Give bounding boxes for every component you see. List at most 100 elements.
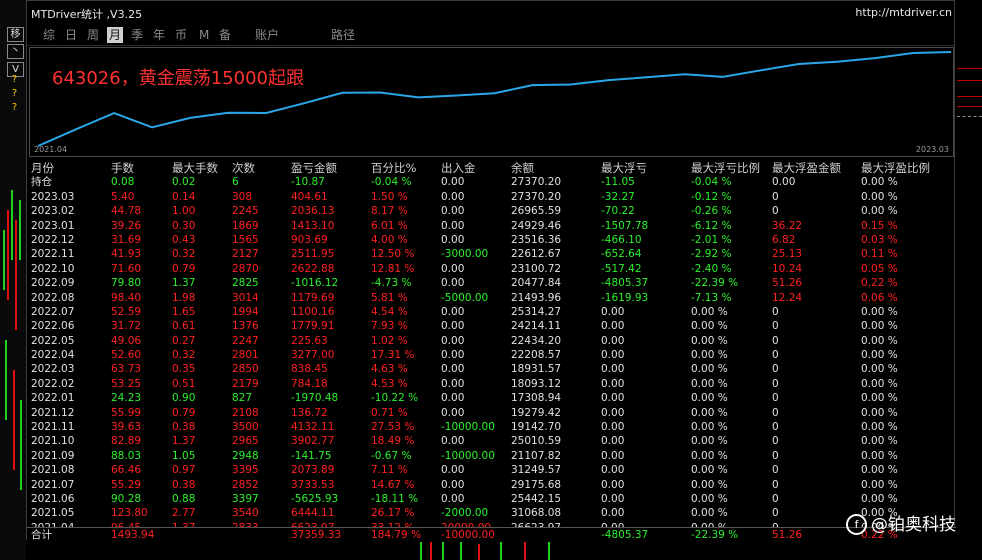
table-cell: 1.02 % bbox=[371, 334, 408, 347]
table-cell: 2948 bbox=[232, 449, 259, 462]
table-cell: 0 bbox=[772, 305, 779, 318]
table-cell: 2022.12 bbox=[31, 233, 75, 246]
tab-4[interactable]: 季 bbox=[129, 27, 145, 43]
table-row: 2022.04 52.60 0.32 2801 3277.00 17.31 % 0.00 22… bbox=[27, 348, 956, 362]
table-cell: 5.81 % bbox=[371, 291, 408, 304]
table-row: 2022.03 63.73 0.35 2850 838.45 4.63 % 0.00 1893… bbox=[27, 362, 956, 376]
table-cell: 1.65 bbox=[172, 305, 196, 318]
chart-end-label: 2023.03 bbox=[915, 145, 949, 154]
table-row: 2022.02 53.25 0.51 2179 784.18 4.53 % 0.00 1809… bbox=[27, 377, 956, 391]
table-cell: 123.80 bbox=[111, 507, 148, 520]
table-cell: 0.00 % bbox=[691, 507, 728, 520]
table-cell: -2000.00 bbox=[441, 507, 489, 520]
table-cell: 0.00 bbox=[441, 320, 465, 333]
tab-8[interactable]: 备 bbox=[217, 27, 233, 43]
table-cell: 1100.16 bbox=[291, 305, 335, 318]
total-cell: -4805.37 bbox=[601, 529, 649, 541]
table-cell: 5.40 bbox=[111, 190, 135, 203]
table-cell: 39.26 bbox=[111, 219, 142, 232]
table-cell: 0.38 bbox=[172, 478, 196, 491]
chart-start-label: 2021.04 bbox=[34, 145, 68, 154]
table-cell: 52.60 bbox=[111, 349, 142, 362]
table-cell: 1.98 bbox=[172, 291, 196, 304]
table-cell: 2022.08 bbox=[31, 291, 75, 304]
website-link[interactable]: http://mtdriver.cn bbox=[855, 6, 952, 19]
table-row: 2021.06 90.28 0.88 3397 -5625.93 -18.11 % 0.00… bbox=[27, 492, 956, 506]
tab-5[interactable]: 年 bbox=[151, 27, 167, 43]
table-cell: 27370.20 bbox=[511, 190, 562, 203]
tab-3[interactable]: 月 bbox=[107, 27, 124, 43]
table-cell: 0 bbox=[772, 449, 779, 462]
table-cell: -0.67 % bbox=[371, 449, 412, 462]
table-cell: -1016.12 bbox=[291, 277, 339, 290]
equity-chart: 643026，黄金震荡15000起跟 2021.04 2023.03 bbox=[29, 47, 954, 157]
table-cell: -7.13 % bbox=[691, 291, 732, 304]
table-cell: 2022.01 bbox=[31, 392, 75, 405]
table-cell: 26965.59 bbox=[511, 205, 562, 218]
right-price-strip bbox=[955, 0, 982, 560]
table-cell: 4.53 % bbox=[371, 377, 408, 390]
table-row: 持仓 0.08 0.02 6 -10.87 -0.04 % 0.00 27370.20 -11.… bbox=[27, 175, 956, 189]
tab-6[interactable]: 币 bbox=[173, 27, 189, 43]
table-cell: 0.00 % bbox=[691, 449, 728, 462]
table-cell: 2108 bbox=[232, 406, 259, 419]
table-cell: 225.63 bbox=[291, 334, 328, 347]
table-cell: -1970.48 bbox=[291, 392, 339, 405]
help-tool-button-2[interactable]: ? bbox=[7, 87, 22, 100]
title-bar: MTDriver统计 ,V3.25 http://mtdriver.cn bbox=[27, 1, 954, 23]
table-cell: 51.26 bbox=[772, 277, 803, 290]
table-cell: 784.18 bbox=[291, 377, 328, 390]
column-header: 最大浮亏比例 bbox=[691, 161, 760, 175]
left-toolbar: 移 丶 V ? ? ? bbox=[0, 0, 26, 560]
table-cell: 0.00 % bbox=[861, 205, 898, 218]
table-cell: -0.04 % bbox=[371, 176, 412, 189]
table-cell: 0.00 bbox=[441, 478, 465, 491]
table-cell: 0.00 % bbox=[861, 377, 898, 390]
table-cell: 0.90 bbox=[172, 392, 196, 405]
table-cell: 2247 bbox=[232, 334, 259, 347]
table-cell: 24214.11 bbox=[511, 320, 562, 333]
table-cell: 2622.88 bbox=[291, 262, 335, 275]
tab-0[interactable]: 综 bbox=[41, 27, 57, 43]
table-cell: 0.00 % bbox=[861, 492, 898, 505]
table-cell: 2023.01 bbox=[31, 219, 75, 232]
tab-11[interactable]: 路径 bbox=[329, 27, 357, 43]
help-tool-button-3[interactable]: ? bbox=[7, 101, 22, 114]
table-cell: 2022.05 bbox=[31, 334, 75, 347]
move-tool-button[interactable]: 移 bbox=[7, 27, 24, 42]
table-cell: 4.63 % bbox=[371, 363, 408, 376]
price-line bbox=[957, 68, 982, 69]
table-cell: 0.00 % bbox=[861, 190, 898, 203]
weibo-icon: f bbox=[846, 514, 867, 535]
tab-1[interactable]: 日 bbox=[63, 27, 79, 43]
watermark: f @铂奥科技 bbox=[846, 510, 956, 535]
table-cell: 22434.20 bbox=[511, 334, 562, 347]
table-row: 2023.02 44.78 1.00 2245 2036.13 8.17 % 0.00 269… bbox=[27, 204, 956, 218]
table-cell: 20477.84 bbox=[511, 277, 562, 290]
table-cell: 6444.11 bbox=[291, 507, 335, 520]
table-cell: 903.69 bbox=[291, 233, 328, 246]
table-cell: 1179.69 bbox=[291, 291, 335, 304]
table-cell: 1.50 % bbox=[371, 190, 408, 203]
table-cell: 7.93 % bbox=[371, 320, 408, 333]
table-cell: 2.77 bbox=[172, 507, 196, 520]
table-cell: 25442.15 bbox=[511, 492, 562, 505]
pen-tool-button[interactable]: 丶 bbox=[7, 44, 24, 59]
table-cell: 7.11 % bbox=[371, 464, 408, 477]
table-cell: -2.40 % bbox=[691, 262, 732, 275]
table-cell: -652.64 bbox=[601, 248, 642, 261]
table-cell: 3902.77 bbox=[291, 435, 335, 448]
table-cell: 0.00 bbox=[441, 363, 465, 376]
table-cell: -141.75 bbox=[291, 449, 332, 462]
watermark-text: @铂奥科技 bbox=[871, 515, 956, 535]
tab-9[interactable]: 账户 bbox=[253, 27, 281, 43]
table-cell: 2022.10 bbox=[31, 262, 75, 275]
table-cell: 2022.07 bbox=[31, 305, 75, 318]
table-cell: -2.01 % bbox=[691, 233, 732, 246]
table-cell: 98.40 bbox=[111, 291, 142, 304]
table-cell: 0.00 bbox=[601, 421, 625, 434]
help-tool-button-1[interactable]: ? bbox=[7, 73, 22, 86]
tab-2[interactable]: 周 bbox=[85, 27, 101, 43]
tab-7[interactable]: M bbox=[197, 27, 211, 43]
table-cell: 14.67 % bbox=[371, 478, 415, 491]
